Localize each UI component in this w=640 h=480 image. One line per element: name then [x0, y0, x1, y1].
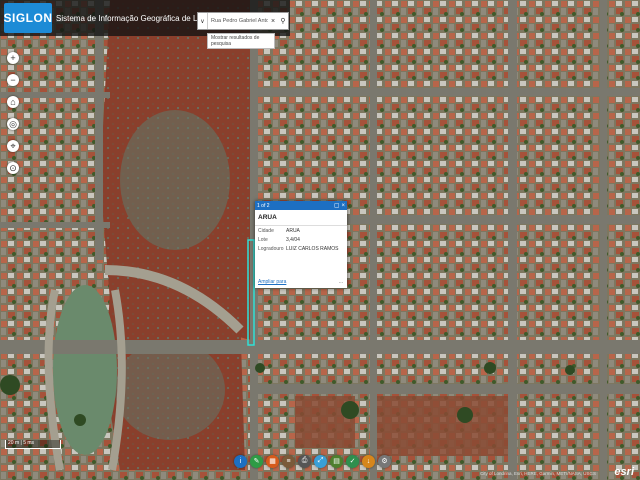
scale-bar: 20 m | 5 ms [5, 440, 61, 449]
zoom-out-button[interactable]: − [7, 74, 19, 86]
app-title: Sistema de Informação Geográfica de Lond… [56, 13, 198, 23]
search-bar: ∨ × ⚲ [197, 12, 289, 30]
popup-titlebar: 1 of 2 ▢ × [255, 201, 347, 210]
grid-icon[interactable]: ▦ [266, 454, 279, 468]
search-icon[interactable]: ⚲ [278, 13, 288, 29]
locate-button[interactable]: ◎ [7, 118, 19, 130]
esri-logo: esri [614, 466, 634, 478]
attribute-key: Lote [258, 236, 268, 243]
zoom-to-link[interactable]: Ampliar para [258, 279, 286, 285]
bottom-toolbar: i ✎ ▦ ≡ ⎙ ⤢ ▤ ✓ ↓ ⚙ [234, 451, 406, 471]
check-icon[interactable]: ✓ [346, 454, 359, 468]
compass-button[interactable]: ⌖ [7, 140, 19, 152]
popup-pagination[interactable]: 1 of 2 [257, 203, 270, 209]
siglon-logo[interactable]: SIGLON [4, 3, 52, 33]
feature-popup: 1 of 2 ▢ × ARUA Cidade ARUA Lote 3,4/04 … [255, 201, 347, 288]
attribute-value: 3,4/04 [286, 236, 300, 243]
layers-icon[interactable]: ≡ [282, 454, 295, 468]
measure-icon[interactable]: ⤢ [314, 454, 327, 468]
attribute-key: Logradouro [258, 245, 284, 252]
info-icon[interactable]: i [234, 454, 247, 468]
chevron-down-icon[interactable]: ∨ [198, 13, 208, 29]
popup-title: ARUA [255, 210, 347, 226]
zoom-in-button[interactable]: + [7, 52, 19, 64]
search-input[interactable] [208, 18, 268, 24]
search-suggestion[interactable]: Mostrar resultados de pesquisa [207, 33, 275, 49]
maximize-icon[interactable]: ▢ [334, 202, 340, 210]
settings-icon[interactable]: ⚙ [378, 454, 391, 468]
more-options-icon[interactable]: ... [339, 279, 343, 285]
globe-button[interactable]: ⊙ [7, 162, 19, 174]
attribute-row: Cidade ARUA [255, 226, 347, 235]
download-icon[interactable]: ↓ [362, 454, 375, 468]
print-icon[interactable]: ⎙ [298, 454, 311, 468]
close-icon[interactable]: × [268, 13, 278, 29]
table-icon[interactable]: ▤ [330, 454, 343, 468]
attribute-row: Logradouro LUIZ CARLOS RAMOS [255, 244, 347, 253]
map-attribution: City of Londrina, Esri, HERE, Garmin, ME… [480, 471, 597, 476]
attribute-key: Cidade [258, 227, 274, 234]
attribute-value: LUIZ CARLOS RAMOS [286, 245, 339, 252]
attribute-row: Lote 3,4/04 [255, 235, 347, 244]
attribute-value: ARUA [286, 227, 300, 234]
pencil-icon[interactable]: ✎ [250, 454, 263, 468]
close-icon[interactable]: × [341, 202, 345, 210]
home-button[interactable]: ⌂ [7, 96, 19, 108]
